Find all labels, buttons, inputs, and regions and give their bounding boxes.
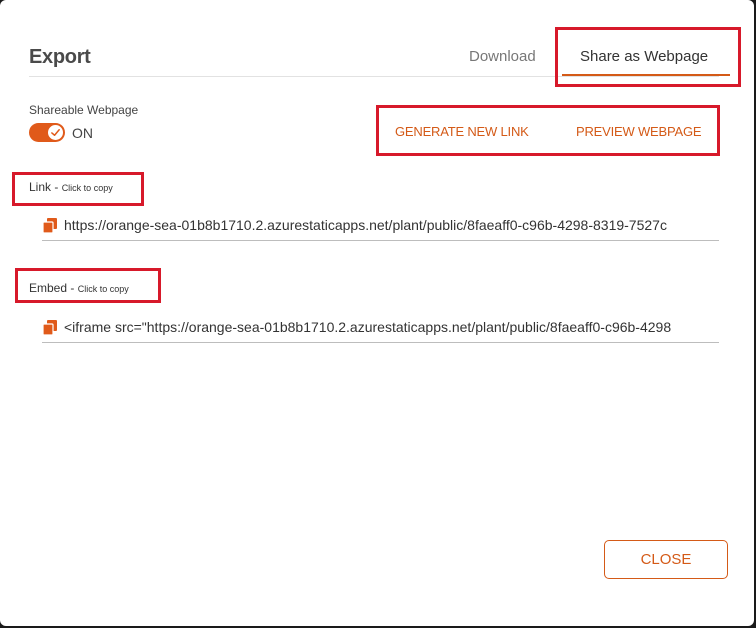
embed-code[interactable]: <iframe src="https://orange-sea-01b8b171… [64,319,671,335]
link-url[interactable]: https://orange-sea-01b8b1710.2.azurestat… [64,217,667,233]
embed-label-text: Embed - [29,281,75,295]
link-copy-hint: Click to copy [61,183,113,193]
link-label-text: Link - [29,180,59,194]
preview-webpage-button[interactable]: PREVIEW WEBPAGE [576,124,702,139]
link-copy-field[interactable]: https://orange-sea-01b8b1710.2.azurestat… [42,215,719,241]
header-divider [29,76,719,77]
link-label: Link - Click to copy [29,180,113,194]
shareable-webpage-label: Shareable Webpage [29,103,139,117]
toggle-state-text: ON [72,125,93,141]
close-button[interactable]: CLOSE [604,540,728,579]
copy-icon[interactable] [42,319,59,336]
tab-share-as-webpage[interactable]: Share as Webpage [580,48,708,65]
dialog-title: Export [29,46,91,68]
embed-copy-hint: Click to copy [77,284,129,294]
checkmark-icon [51,129,60,136]
embed-label: Embed - Click to copy [29,281,129,295]
export-dialog: Export Download Share as Webpage Shareab… [0,0,754,626]
shareable-webpage-toggle[interactable] [29,123,65,142]
copy-icon[interactable] [42,217,59,234]
tab-download[interactable]: Download [469,48,536,65]
embed-copy-field[interactable]: <iframe src="https://orange-sea-01b8b171… [42,317,719,343]
toggle-knob [48,125,63,140]
generate-new-link-button[interactable]: GENERATE NEW LINK [395,124,529,139]
